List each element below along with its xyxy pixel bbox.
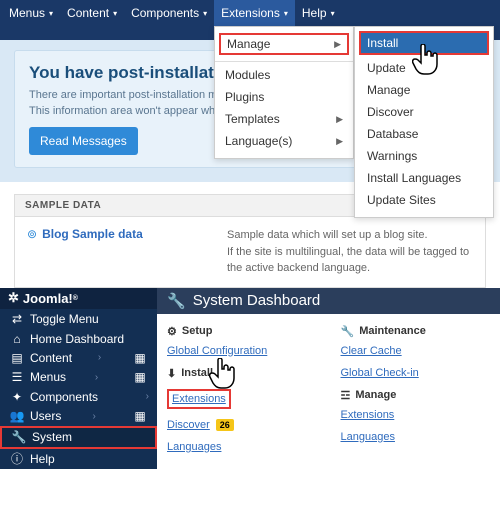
link-discover[interactable]: Discover xyxy=(167,419,210,431)
chevron-right-icon: › xyxy=(146,391,149,402)
link-languages[interactable]: Languages xyxy=(167,441,317,453)
sidebar-menus[interactable]: ☰Menus›▦ xyxy=(0,368,157,387)
page-title: 🔧System Dashboard xyxy=(157,288,500,314)
joomla-icon: ✲ xyxy=(8,290,19,306)
menu-item-plugins[interactable]: Plugins xyxy=(215,86,353,108)
menu-item-discover[interactable]: Discover xyxy=(359,101,489,123)
link-clear-cache[interactable]: Clear Cache xyxy=(341,345,491,357)
chevron-right-icon: › xyxy=(93,411,96,422)
j4-main: 🔧System Dashboard ⚙Setup Global Configur… xyxy=(157,288,500,469)
menu-item-update[interactable]: Update xyxy=(359,57,489,79)
section-maintenance: 🔧Maintenance xyxy=(341,325,491,338)
blog-sample-link[interactable]: Blog Sample data xyxy=(42,227,143,241)
sidebar-help[interactable]: ⓘHelp xyxy=(0,449,157,468)
wrench-icon: 🔧 xyxy=(167,292,186,310)
caret-icon: ▾ xyxy=(284,9,288,18)
link-manage-extensions[interactable]: Extensions xyxy=(341,409,491,421)
info-icon: ⓘ xyxy=(8,450,26,467)
nav-content[interactable]: Content▾ xyxy=(60,0,124,26)
menu-item-update-sites[interactable]: Update Sites xyxy=(359,189,489,211)
chevron-right-icon: › xyxy=(98,352,101,363)
menu-item-manage[interactable]: Manage▶ xyxy=(219,33,349,55)
menu-item-manage-sub[interactable]: Manage xyxy=(359,79,489,101)
brand: ✲Joomla!® xyxy=(0,288,157,310)
download-icon: ⬇ xyxy=(167,367,176,380)
dropdown-manage: Install Update Manage Discover Database … xyxy=(354,26,494,218)
sidebar-toggle-menu[interactable]: ⇄Toggle Menu xyxy=(0,309,157,328)
top-nav: Menus▾ Content▾ Components▾ Extensions▾ … xyxy=(0,0,500,26)
link-global-configuration[interactable]: Global Configuration xyxy=(167,345,317,357)
sidebar-components[interactable]: ✦Components› xyxy=(0,387,157,406)
caret-icon: ▾ xyxy=(113,9,117,18)
menu-item-modules[interactable]: Modules xyxy=(215,64,353,86)
wrench-icon: 🔧 xyxy=(341,325,355,338)
nav-menus[interactable]: Menus▾ xyxy=(2,0,60,26)
grid-icon: ▦ xyxy=(131,370,149,384)
home-icon: ⌂ xyxy=(8,332,26,346)
caret-icon: ▾ xyxy=(331,9,335,18)
discover-badge: 26 xyxy=(216,419,234,431)
grid-icon: ▦ xyxy=(131,409,149,423)
sidebar-home-dashboard[interactable]: ⌂Home Dashboard xyxy=(0,329,157,348)
link-manage-languages[interactable]: Languages xyxy=(341,431,491,443)
nav-help[interactable]: Help▾ xyxy=(295,0,342,26)
sample-desc: If the site is multilingual, the data wi… xyxy=(227,244,473,277)
link-global-checkin[interactable]: Global Check-in xyxy=(341,367,491,379)
menu-item-templates[interactable]: Templates▶ xyxy=(215,108,353,130)
gear-icon: ⚙ xyxy=(167,325,177,338)
chevron-right-icon: ▶ xyxy=(336,136,343,147)
users-icon: 👥 xyxy=(8,409,26,423)
sample-desc: Sample data which will set up a blog sit… xyxy=(227,227,473,244)
chevron-right-icon: ▶ xyxy=(336,114,343,125)
section-setup: ⚙Setup xyxy=(167,325,317,338)
menu-item-install[interactable]: Install xyxy=(359,31,489,55)
caret-icon: ▾ xyxy=(49,9,53,18)
menu-icon: ☰ xyxy=(8,370,26,384)
menu-item-languages[interactable]: Language(s)▶ xyxy=(215,130,353,152)
nav-extensions[interactable]: Extensions▾ xyxy=(214,0,295,26)
read-messages-button[interactable]: Read Messages xyxy=(29,127,138,155)
menu-item-database[interactable]: Database xyxy=(359,123,489,145)
j4-section: ✲Joomla!® ⇄Toggle Menu ⌂Home Dashboard ▤… xyxy=(0,288,500,469)
dropdown-extensions: Manage▶ Modules Plugins Templates▶ Langu… xyxy=(214,26,354,159)
nav-components[interactable]: Components▾ xyxy=(124,0,214,26)
content-icon: ▤ xyxy=(8,351,26,365)
sidebar-system[interactable]: 🔧System xyxy=(0,426,157,449)
puzzle-icon: ✦ xyxy=(8,390,26,404)
sidebar-content[interactable]: ▤Content›▦ xyxy=(0,348,157,367)
wrench-icon: 🔧 xyxy=(10,430,28,444)
menu-item-install-languages[interactable]: Install Languages xyxy=(359,167,489,189)
wifi-icon: ⊚ xyxy=(27,227,37,241)
sidebar-users[interactable]: 👥Users›▦ xyxy=(0,406,157,425)
chevron-right-icon: ▶ xyxy=(334,39,341,50)
j4-sidebar: ✲Joomla!® ⇄Toggle Menu ⌂Home Dashboard ▤… xyxy=(0,288,157,469)
list-icon: ☲ xyxy=(341,389,351,402)
section-install: ⬇Install xyxy=(167,367,317,380)
section-manage: ☲Manage xyxy=(341,389,491,402)
link-extensions[interactable]: Extensions xyxy=(167,389,231,409)
chevron-right-icon: › xyxy=(95,372,98,383)
toggle-icon: ⇄ xyxy=(8,312,26,326)
caret-icon: ▾ xyxy=(203,9,207,18)
menu-item-warnings[interactable]: Warnings xyxy=(359,145,489,167)
grid-icon: ▦ xyxy=(131,351,149,365)
